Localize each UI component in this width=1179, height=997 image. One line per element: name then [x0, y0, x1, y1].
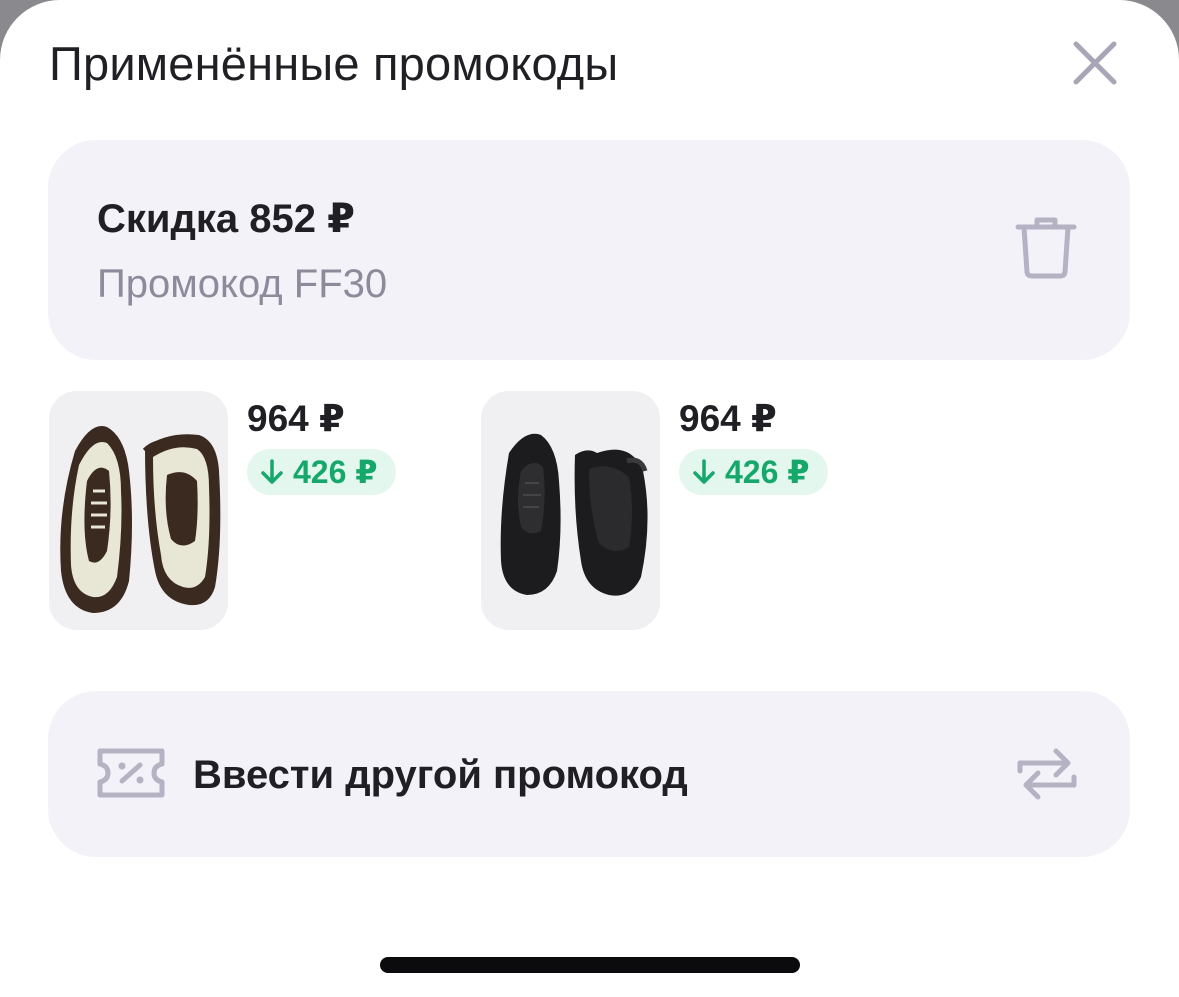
home-indicator [380, 957, 800, 973]
sheet-title: Применённые промокоды [49, 37, 619, 90]
delete-promo-button[interactable] [1014, 214, 1078, 280]
discount-badge: 426 ₽ [247, 449, 396, 495]
discount-value: 426 ₽ [725, 454, 810, 490]
coupon-icon [96, 747, 166, 799]
arrow-down-icon [693, 459, 715, 484]
sneaker-black-image [481, 391, 660, 630]
product-image [49, 391, 228, 630]
product-price: 964 ₽ [679, 398, 777, 439]
discount-amount: Скидка 852 ₽ [97, 197, 355, 241]
enter-other-promo-label: Ввести другой промокод [193, 753, 688, 797]
sneaker-cream-brown-image [49, 391, 228, 630]
trash-icon [1015, 217, 1077, 279]
promo-sheet: Применённые промокоды Скидка 852 ₽ Промо… [0, 0, 1179, 997]
promo-code-label: Промокод FF30 [97, 262, 388, 306]
arrow-down-icon [261, 459, 283, 484]
applied-promo-card: Скидка 852 ₽ Промокод FF30 [48, 140, 1130, 360]
discount-badge: 426 ₽ [679, 449, 828, 495]
enter-other-promo-button[interactable]: Ввести другой промокод [48, 691, 1130, 857]
discount-value: 426 ₽ [293, 454, 378, 490]
close-icon [1073, 41, 1117, 85]
product-price: 964 ₽ [247, 398, 345, 439]
swap-icon [1014, 741, 1080, 807]
close-button[interactable] [1068, 36, 1122, 90]
product-image [481, 391, 660, 630]
